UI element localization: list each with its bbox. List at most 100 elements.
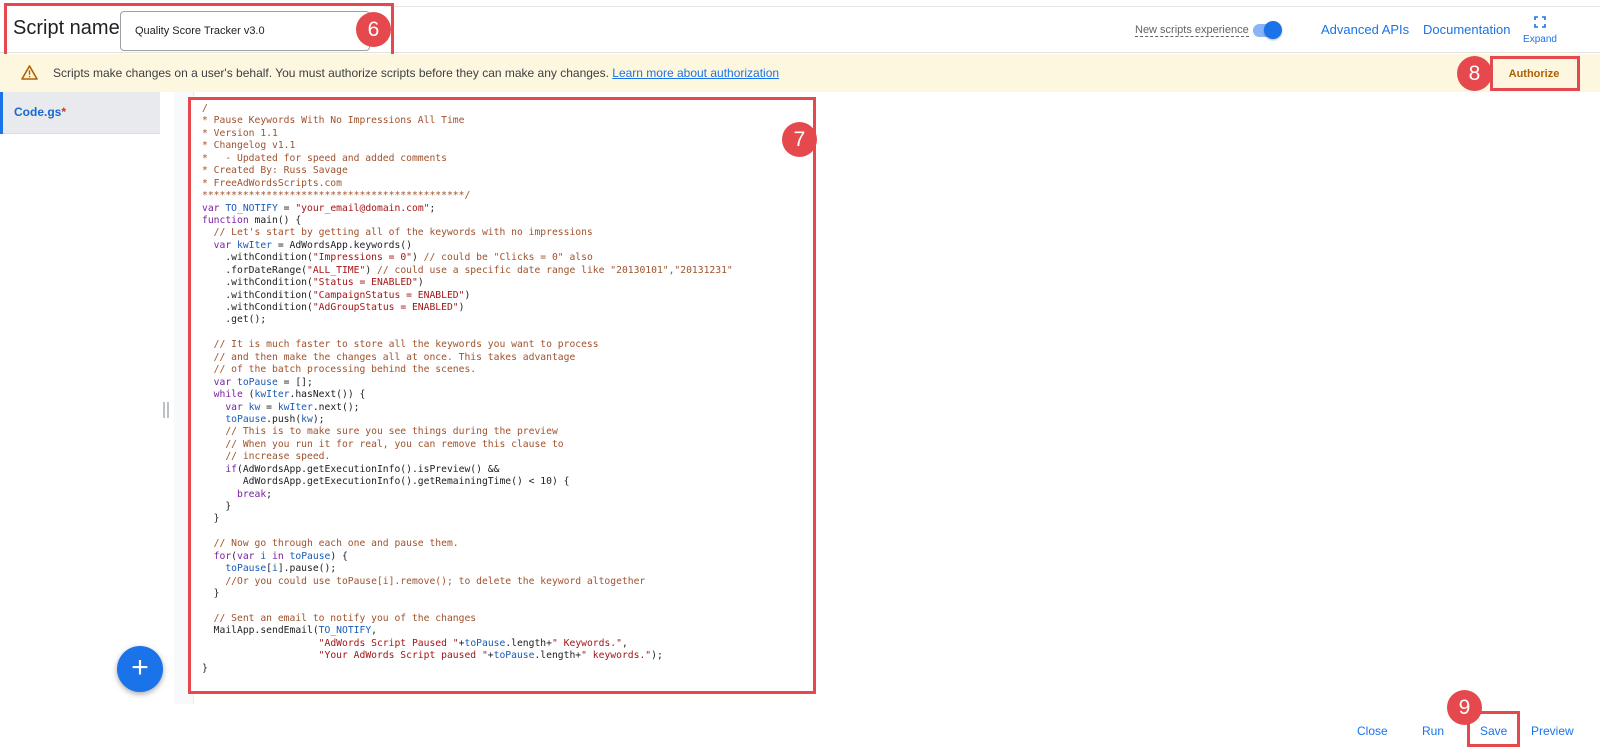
add-file-button[interactable]: + <box>117 646 163 692</box>
code-token: // When you run it for real, you can rem… <box>202 438 564 450</box>
code-token: kwIter <box>237 239 272 251</box>
advanced-apis-link[interactable]: Advanced APIs <box>1321 22 1409 37</box>
code-token: TO_NOTIFY <box>225 202 278 214</box>
expand-label: Expand <box>1523 34 1557 45</box>
code-token: var <box>237 550 261 562</box>
script-name-input[interactable] <box>120 11 370 51</box>
code-token: , <box>621 637 628 649</box>
code-token: // could be "Clicks = 0" also <box>423 252 593 264</box>
code-line: var TO_NOTIFY = "your_email@domain.com"; <box>202 203 733 215</box>
code-token: } <box>202 662 208 674</box>
toggle-knob[interactable] <box>1264 21 1282 39</box>
code-token: var <box>202 401 249 413</box>
expand-button[interactable]: Expand <box>1520 16 1560 45</box>
code-line: while (kwIter.hasNext()) { <box>202 389 733 401</box>
code-line: .withCondition("AdGroupStatus = ENABLED"… <box>202 302 733 314</box>
code-token: // This is to make sure you see things d… <box>202 426 558 438</box>
code-token: // Sent an email to notify you of the ch… <box>202 612 477 624</box>
script-name-label: Script name: <box>13 17 126 39</box>
code-token: (AdWordsApp.getExecutionInfo().isPreview… <box>237 463 500 475</box>
code-line: var kwIter = AdWordsApp.keywords() <box>202 240 733 252</box>
fullscreen-icon <box>1534 16 1546 28</box>
code-token: .withCondition( <box>202 252 313 264</box>
code-token: // increase speed. <box>202 451 331 463</box>
code-token: "Status = ENABLED" <box>312 277 418 289</box>
plus-icon: + <box>131 651 149 684</box>
code-token: ) <box>365 264 377 276</box>
code-token: ; <box>266 488 272 500</box>
file-list-item-code-gs[interactable]: Code.gs* <box>0 92 160 134</box>
code-token: if <box>202 463 237 475</box>
code-token: ; <box>429 202 436 214</box>
code-token: } <box>202 501 232 512</box>
code-line: * FreeAdWordsScripts.com <box>202 178 733 190</box>
banner-text: Scripts make changes on a user's behalf.… <box>53 66 609 80</box>
code-token: * Version 1.1 <box>202 127 278 139</box>
code-token: // It is much faster to store all the ke… <box>202 339 599 351</box>
code-token: break <box>202 488 267 500</box>
script-editor-page: Script name: 6 New scripts experience Ad… <box>0 0 1600 750</box>
annotation-badge-6: 6 <box>356 12 391 47</box>
learn-more-authorization-link[interactable]: Learn more about authorization <box>612 66 779 80</box>
code-content[interactable]: / * Pause Keywords With No Impressions Al… <box>202 103 733 675</box>
annotation-badge-8: 8 <box>1457 56 1492 91</box>
code-token: // could use a specific date range like … <box>376 264 733 276</box>
code-line: .withCondition("Impressions = 0") // cou… <box>202 252 733 264</box>
code-line: } <box>202 663 733 675</box>
code-token: " Keywords." <box>551 637 622 649</box>
code-line: // This is to make sure you see things d… <box>202 426 733 438</box>
code-line: } <box>202 513 733 525</box>
code-token: function <box>202 214 255 226</box>
code-line: toPause[i].pause(); <box>202 563 733 575</box>
code-line: .withCondition("CampaignStatus = ENABLED… <box>202 290 733 302</box>
code-token: .length+ <box>505 637 552 649</box>
code-line: // When you run it for real, you can rem… <box>202 439 733 451</box>
code-token: .get(); <box>202 314 267 326</box>
code-token: ].pause(); <box>277 563 337 575</box>
unsaved-marker: * <box>61 105 67 119</box>
code-token: MailApp.sendEmail( <box>202 625 319 637</box>
code-token: ) <box>464 289 471 301</box>
code-token: //Or you could use toPause[i].remove(); … <box>202 575 646 587</box>
code-line: //Or you could use toPause[i].remove(); … <box>202 576 733 588</box>
code-line: / <box>202 103 733 115</box>
code-line: ****************************************… <box>202 190 733 202</box>
authorize-button[interactable]: Authorize <box>1495 62 1573 86</box>
file-name: Code.gs* <box>14 105 66 119</box>
code-token: ****************************************… <box>202 190 471 202</box>
code-editor[interactable]: / * Pause Keywords With No Impressions Al… <box>188 97 816 694</box>
code-token: ) { <box>330 550 348 562</box>
code-line: if(AdWordsApp.getExecutionInfo().isPrevi… <box>202 464 733 476</box>
new-scripts-experience-label: New scripts experience <box>1135 24 1249 37</box>
code-token: , <box>371 625 377 637</box>
save-button[interactable]: Save <box>1480 724 1507 738</box>
code-line: // increase speed. <box>202 451 733 463</box>
code-line: .get(); <box>202 314 733 326</box>
code-line: "AdWords Script Paused "+toPause.length+… <box>202 638 733 650</box>
code-token: // of the batch processing behind the sc… <box>202 364 477 376</box>
code-line: // of the batch processing behind the sc… <box>202 364 733 376</box>
run-button[interactable]: Run <box>1422 724 1444 738</box>
code-token: } <box>202 513 220 525</box>
code-token: var <box>202 202 226 214</box>
code-line: * Changelog v1.1 <box>202 140 733 152</box>
annotation-badge-9: 9 <box>1447 690 1482 725</box>
code-token: = <box>277 202 296 214</box>
code-token: kw <box>248 401 261 413</box>
code-token: // Now go through each one and pause the… <box>202 538 459 550</box>
code-token: * Changelog v1.1 <box>202 140 296 152</box>
code-line: AdWordsApp.getExecutionInfo().getRemaini… <box>202 476 733 488</box>
code-token: var <box>202 376 237 388</box>
preview-button[interactable]: Preview <box>1531 724 1574 738</box>
code-token: .hasNext()) { <box>289 389 366 401</box>
close-button[interactable]: Close <box>1357 724 1388 738</box>
panel-resize-handle[interactable] <box>163 402 169 418</box>
code-token: kw <box>301 413 313 425</box>
code-token: .withCondition( <box>202 289 313 301</box>
documentation-link[interactable]: Documentation <box>1423 22 1510 37</box>
code-line: "Your AdWords Script paused "+toPause.le… <box>202 650 733 662</box>
code-token: TO_NOTIFY <box>318 625 372 637</box>
authorization-banner: Scripts make changes on a user's behalf.… <box>0 54 1600 92</box>
